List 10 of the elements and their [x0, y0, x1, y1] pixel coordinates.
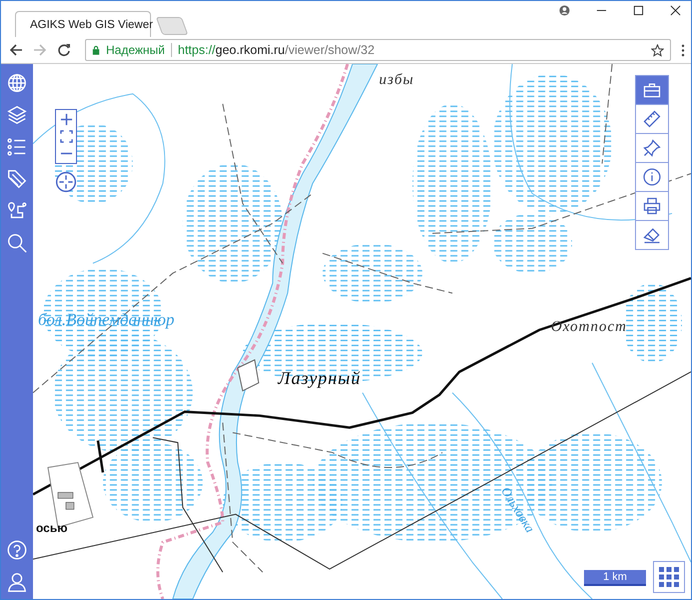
- browser-tab[interactable]: AGIKS Web GIS Viewer: [15, 11, 151, 37]
- scale-bar: 1 km: [584, 570, 646, 586]
- tab-title: AGIKS Web GIS Viewer: [30, 18, 153, 30]
- swamp-label: бол.Войпемданнюр: [38, 310, 174, 330]
- map-label: осью: [36, 521, 68, 535]
- settlement-label: избы: [379, 72, 414, 89]
- url-text: https://geo.rkomi.ru/viewer/show/32: [178, 43, 376, 57]
- security-label: Надежный: [106, 43, 165, 57]
- settlement-label: Охотпост: [551, 319, 627, 336]
- address-bar[interactable]: Надежный https://geo.rkomi.ru/viewer/show/32: [85, 39, 671, 61]
